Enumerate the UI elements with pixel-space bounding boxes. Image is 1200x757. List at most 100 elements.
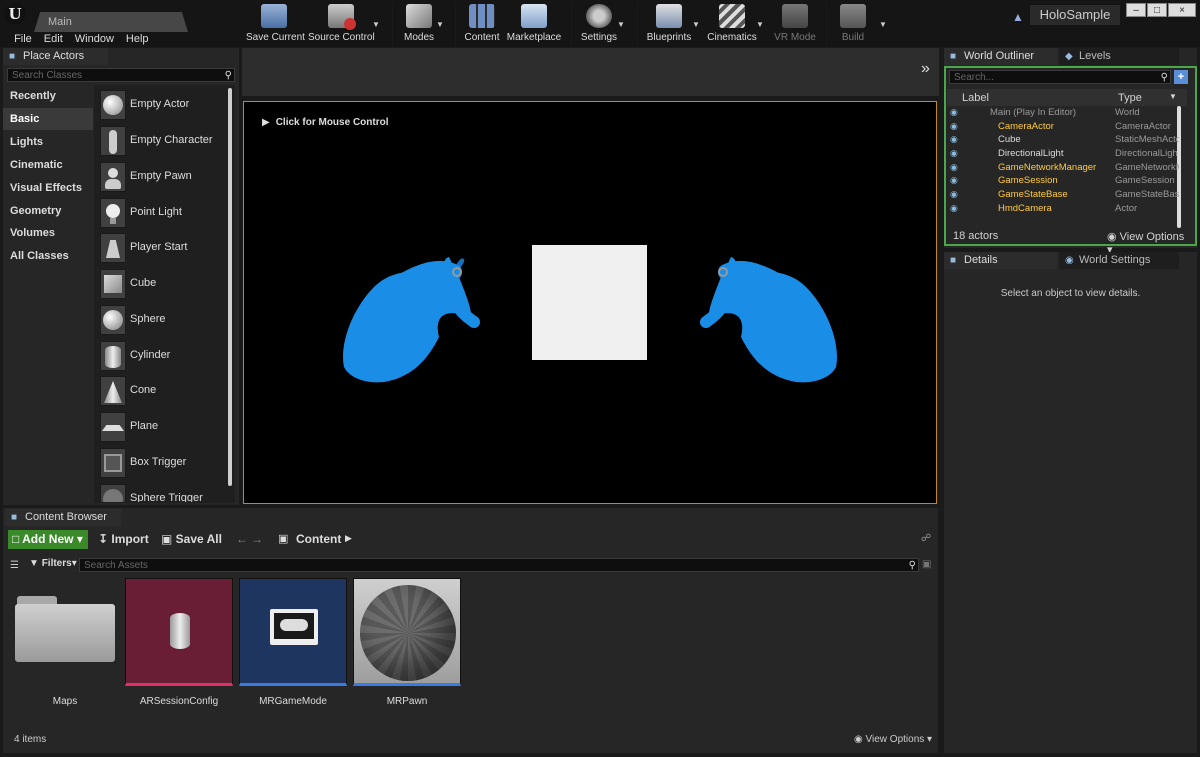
- add-new-button[interactable]: □ Add New ▾: [8, 530, 88, 549]
- menu-window[interactable]: Window: [69, 32, 120, 47]
- history-back-icon[interactable]: ←: [236, 532, 248, 546]
- actor-cylinder[interactable]: Cylinder: [98, 339, 228, 373]
- category-visual-effects[interactable]: Visual Effects: [3, 177, 93, 199]
- actor-cube[interactable]: Cube: [98, 267, 228, 301]
- build-button[interactable]: Build: [834, 0, 872, 48]
- source-control-dropdown-icon[interactable]: ▼: [372, 20, 380, 29]
- tab-place-actors[interactable]: ■ Place Actors: [3, 48, 108, 65]
- marketplace-button[interactable]: Marketplace: [506, 0, 562, 48]
- content-view-options[interactable]: ◉ View Options ▾: [854, 734, 932, 745]
- game-mode-icon: [239, 578, 347, 686]
- level-viewport[interactable]: ▶ Click for Mouse Control: [243, 101, 937, 504]
- close-button[interactable]: ×: [1168, 3, 1196, 17]
- outliner-header: Label Type ▼: [947, 89, 1187, 106]
- asset-mrgamemode[interactable]: MRGameMode: [239, 578, 347, 708]
- modes-dropdown-icon[interactable]: ▼: [436, 20, 444, 29]
- actor-point-light[interactable]: Point Light: [98, 196, 228, 230]
- visibility-eye-icon[interactable]: ◉: [950, 120, 958, 134]
- menu-edit[interactable]: Edit: [38, 32, 69, 47]
- lock-icon[interactable]: ☍: [921, 533, 931, 544]
- cube-icon: [100, 269, 126, 299]
- save-current-button[interactable]: Save Current: [246, 0, 305, 48]
- modes-button[interactable]: Modes: [398, 0, 440, 48]
- tab-main[interactable]: Main: [34, 12, 188, 32]
- column-type[interactable]: Type: [1118, 92, 1142, 104]
- unreal-logo-icon[interactable]: U: [4, 3, 26, 25]
- toolbar-more-icon[interactable]: »: [921, 60, 930, 78]
- menu-help[interactable]: Help: [120, 32, 155, 47]
- outliner-row[interactable]: ◉ Cube StaticMeshActo: [946, 133, 1184, 147]
- add-actor-icon[interactable]: +: [1174, 70, 1188, 84]
- outliner-row[interactable]: ◉ GameNetworkManager GameNetworkM: [946, 161, 1184, 175]
- visibility-eye-icon[interactable]: ◉: [950, 174, 958, 188]
- visibility-eye-icon[interactable]: ◉: [950, 106, 958, 120]
- asset-label: Maps: [52, 696, 78, 707]
- outliner-search-input[interactable]: Search... ⚲: [949, 70, 1171, 84]
- blueprints-button[interactable]: Blueprints: [645, 0, 693, 48]
- actor-empty-character[interactable]: Empty Character: [98, 124, 228, 158]
- category-geometry[interactable]: Geometry: [3, 200, 93, 222]
- visibility-eye-icon[interactable]: ◉: [950, 188, 958, 202]
- cinematics-button[interactable]: Cinematics: [706, 0, 758, 48]
- category-all-classes[interactable]: All Classes: [3, 245, 93, 267]
- category-cinematic[interactable]: Cinematic: [3, 154, 93, 176]
- asset-maps[interactable]: Maps: [11, 578, 119, 708]
- plane-icon: [100, 412, 126, 442]
- asset-arsessionconfig[interactable]: ARSessionConfig: [125, 578, 233, 708]
- path-arrow-icon[interactable]: ▶: [345, 533, 352, 544]
- maximize-button[interactable]: □: [1147, 3, 1167, 17]
- outliner-row[interactable]: ◉ CameraActor CameraActor: [946, 120, 1184, 134]
- category-basic[interactable]: Basic: [3, 108, 93, 130]
- actor-plane[interactable]: Plane: [98, 410, 228, 444]
- cinematics-dropdown-icon[interactable]: ▼: [756, 20, 764, 29]
- outliner-row[interactable]: ◉ Main (Play In Editor) World: [946, 106, 1184, 120]
- actor-empty-actor[interactable]: Empty Actor: [98, 88, 228, 122]
- category-recently-placed[interactable]: Recently Placed: [3, 85, 93, 124]
- column-sort-icon[interactable]: ▼: [1169, 92, 1177, 101]
- search-assets-input[interactable]: Search Assets ⚲: [79, 558, 919, 572]
- menu-file[interactable]: File: [8, 32, 38, 47]
- visibility-eye-icon[interactable]: ◉: [950, 147, 958, 161]
- actor-player-start[interactable]: Player Start: [98, 231, 228, 265]
- actor-empty-pawn[interactable]: Empty Pawn: [98, 160, 228, 194]
- tab-content-browser[interactable]: ■ Content Browser: [5, 509, 121, 526]
- actor-sphere-trigger[interactable]: Sphere Trigger: [98, 482, 228, 502]
- blueprints-dropdown-icon[interactable]: ▼: [692, 20, 700, 29]
- content-button[interactable]: Content: [462, 0, 502, 48]
- actor-box-trigger[interactable]: Box Trigger: [98, 446, 228, 480]
- settings-dropdown-icon[interactable]: ▼: [617, 20, 625, 29]
- minimize-button[interactable]: –: [1126, 3, 1146, 17]
- vr-mode-button[interactable]: VR Mode: [772, 0, 818, 48]
- save-search-icon[interactable]: ▣: [922, 559, 931, 570]
- actor-list-scrollbar[interactable]: [228, 88, 232, 486]
- build-dropdown-icon[interactable]: ▼: [879, 20, 887, 29]
- tab-world-outliner[interactable]: ■ World Outliner: [944, 48, 1057, 65]
- row-type: Actor: [1115, 203, 1138, 214]
- actor-sphere[interactable]: Sphere: [98, 303, 228, 337]
- import-button[interactable]: ↧ Import: [98, 532, 149, 546]
- history-forward-icon[interactable]: →: [251, 532, 263, 546]
- source-control-button[interactable]: Source Control: [308, 0, 375, 48]
- category-lights[interactable]: Lights: [3, 131, 93, 153]
- outliner-row[interactable]: ◉ GameStateBase GameStateBase: [946, 188, 1184, 202]
- asset-mrpawn[interactable]: MRPawn: [353, 578, 461, 708]
- settings-button[interactable]: Settings: [578, 0, 620, 48]
- search-classes-input[interactable]: Search Classes ⚲: [7, 68, 235, 82]
- column-label[interactable]: Label: [962, 92, 989, 104]
- path-content[interactable]: Content: [296, 532, 341, 546]
- filters-button[interactable]: ▼ Filters▾: [29, 558, 77, 569]
- tab-levels[interactable]: ◆ Levels: [1059, 48, 1179, 65]
- save-all-button[interactable]: ▣ Save All: [161, 532, 222, 546]
- tab-content-browser-label: Content Browser: [25, 511, 107, 523]
- outliner-row[interactable]: ◉ DirectionalLight DirectionalLigh: [946, 147, 1184, 161]
- visibility-eye-icon[interactable]: ◉: [950, 161, 958, 175]
- outliner-row[interactable]: ◉ GameSession GameSession: [946, 174, 1184, 188]
- visibility-eye-icon[interactable]: ◉: [950, 133, 958, 147]
- visibility-eye-icon[interactable]: ◉: [950, 202, 958, 216]
- tab-world-settings[interactable]: ◉ World Settings: [1059, 252, 1179, 269]
- tab-details[interactable]: ■ Details: [944, 252, 1057, 269]
- actor-cone[interactable]: Cone: [98, 374, 228, 408]
- outliner-row[interactable]: ◉ HmdCamera Actor: [946, 202, 1184, 216]
- sources-toggle-icon[interactable]: ☰: [10, 560, 19, 571]
- category-volumes[interactable]: Volumes: [3, 222, 93, 244]
